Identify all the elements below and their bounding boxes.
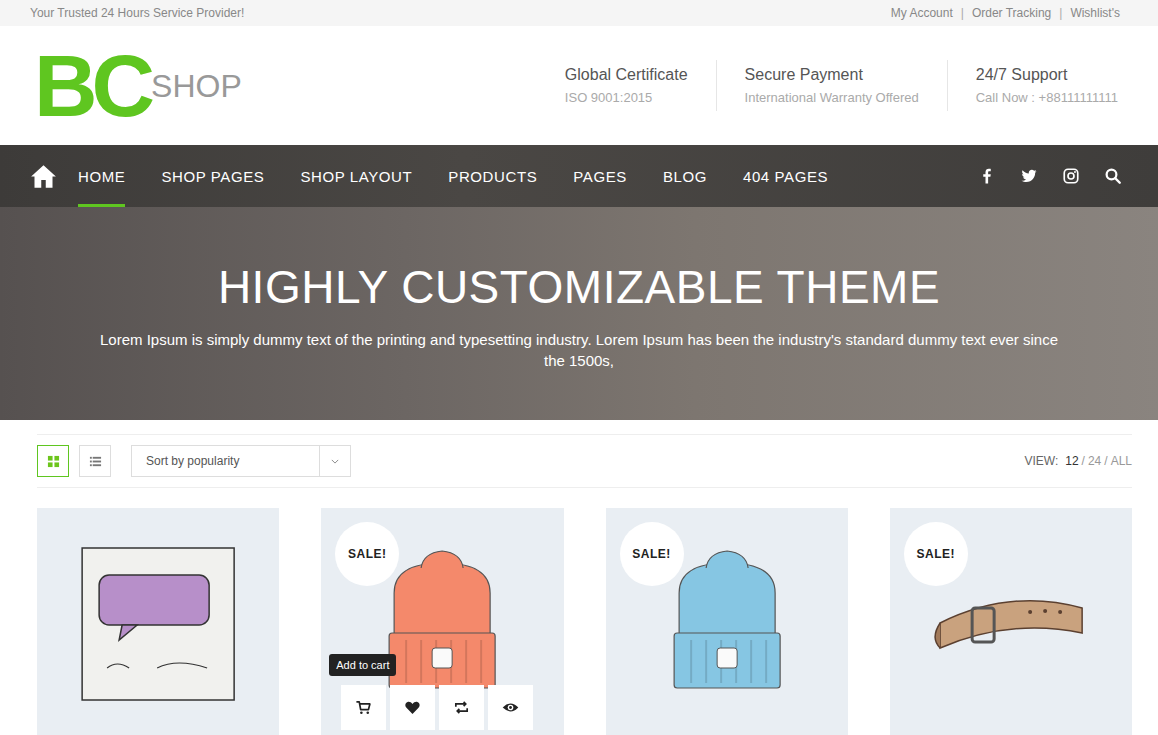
- feature: Global Certificate ISO 9001:2015: [537, 60, 716, 111]
- feature-subtitle: ISO 9001:2015: [565, 90, 688, 105]
- list-icon: [89, 455, 102, 468]
- product-card[interactable]: SALE! Add to cart: [321, 508, 563, 735]
- sort-value: Sort by popularity: [132, 454, 319, 468]
- per-page-option[interactable]: 12: [1065, 454, 1078, 468]
- compare-icon: [453, 699, 470, 716]
- logo-mark: BC: [34, 42, 149, 130]
- tagline: Your Trusted 24 Hours Service Provider!: [30, 6, 244, 20]
- nav-item[interactable]: SHOP LAYOUT: [300, 145, 412, 207]
- quick-view-button[interactable]: [488, 685, 533, 730]
- shop-toolbar: Sort by popularity VIEW: 12 /24/ ALL: [37, 434, 1132, 488]
- instagram-icon[interactable]: [1062, 167, 1080, 185]
- search-icon[interactable]: [1104, 167, 1122, 185]
- sale-badge: SALE!: [620, 522, 684, 586]
- facebook-icon[interactable]: [978, 167, 996, 185]
- twitter-icon[interactable]: [1020, 167, 1038, 185]
- hero-text: Lorem Ipsum is simply dummy text of the …: [89, 329, 1069, 371]
- separator: |: [961, 6, 964, 20]
- add-to-cart-button[interactable]: [341, 685, 386, 730]
- sale-badge: SALE!: [904, 522, 968, 586]
- per-page-option[interactable]: ALL: [1111, 454, 1132, 468]
- tooltip: Add to cart: [329, 654, 396, 676]
- feature: Secure Payment International Warranty Off…: [716, 60, 947, 111]
- feature-title: Global Certificate: [565, 66, 688, 84]
- per-page: VIEW: 12 /24/ ALL: [1024, 454, 1132, 468]
- per-page-option[interactable]: 24: [1088, 454, 1101, 468]
- feature-title: Secure Payment: [745, 66, 919, 84]
- social-links: [978, 167, 1122, 185]
- heart-icon: [404, 699, 421, 716]
- features: Global Certificate ISO 9001:2015 Secure Pa…: [537, 60, 1118, 111]
- feature-subtitle: International Warranty Offered: [745, 90, 919, 105]
- feature-subtitle: Call Now : +88111111111: [976, 90, 1118, 105]
- nav-item[interactable]: SHOP PAGES: [161, 145, 264, 207]
- product-card[interactable]: [37, 508, 279, 735]
- main-nav: HOME SHOP PAGES SHOP LAYOUT PRODUCTS PAGES BL…: [0, 145, 1158, 207]
- separator: /: [1104, 454, 1107, 468]
- logo-word: SHOP: [151, 68, 242, 105]
- eye-icon: [502, 699, 519, 716]
- per-page-label: VIEW:: [1024, 454, 1058, 468]
- feature: 24/7 Support Call Now : +88111111111: [947, 60, 1118, 111]
- home-icon[interactable]: [30, 163, 57, 190]
- nav-item[interactable]: BLOG: [663, 145, 707, 207]
- sort-select[interactable]: Sort by popularity: [131, 445, 351, 477]
- nav-item[interactable]: 404 PAGES: [743, 145, 828, 207]
- nav-item[interactable]: PAGES: [573, 145, 627, 207]
- cart-icon: [355, 699, 372, 716]
- shop-page: Your Trusted 24 Hours Service Provider! M…: [0, 0, 1158, 735]
- top-link[interactable]: Wishlist's: [1070, 6, 1120, 20]
- product-card[interactable]: SALE!: [890, 508, 1132, 735]
- product-actions: [341, 685, 533, 730]
- separator: /: [1082, 454, 1085, 468]
- hero-banner: HIGHLY CUSTOMIZABLE THEME Lorem Ipsum is …: [0, 207, 1158, 420]
- grid-icon: [47, 455, 60, 468]
- wishlist-button[interactable]: [390, 685, 435, 730]
- top-link[interactable]: Order Tracking: [972, 6, 1051, 20]
- separator: |: [1059, 6, 1062, 20]
- grid-view-button[interactable]: [37, 445, 69, 477]
- chevron-down-icon: [331, 459, 339, 464]
- album-image: [37, 508, 279, 735]
- hero-title: HIGHLY CUSTOMIZABLE THEME: [218, 259, 940, 315]
- sale-badge: SALE!: [335, 522, 399, 586]
- nav-item[interactable]: PRODUCTS: [448, 145, 537, 207]
- nav-item[interactable]: HOME: [78, 145, 125, 207]
- compare-button[interactable]: [439, 685, 484, 730]
- product-card[interactable]: SALE!: [606, 508, 848, 735]
- feature-title: 24/7 Support: [976, 66, 1118, 84]
- top-bar: Your Trusted 24 Hours Service Provider! M…: [0, 0, 1158, 26]
- dropdown-arrow: [319, 446, 350, 476]
- top-links: My Account | Order Tracking | Wishlist's: [891, 6, 1120, 20]
- product-grid: SALE! Add to cart SALE! SALE!: [37, 508, 1132, 735]
- logo[interactable]: BCSHOP: [34, 42, 242, 130]
- top-link[interactable]: My Account: [891, 6, 953, 20]
- list-view-button[interactable]: [79, 445, 111, 477]
- header: BCSHOP Global Certificate ISO 9001:2015 Sec…: [0, 26, 1158, 145]
